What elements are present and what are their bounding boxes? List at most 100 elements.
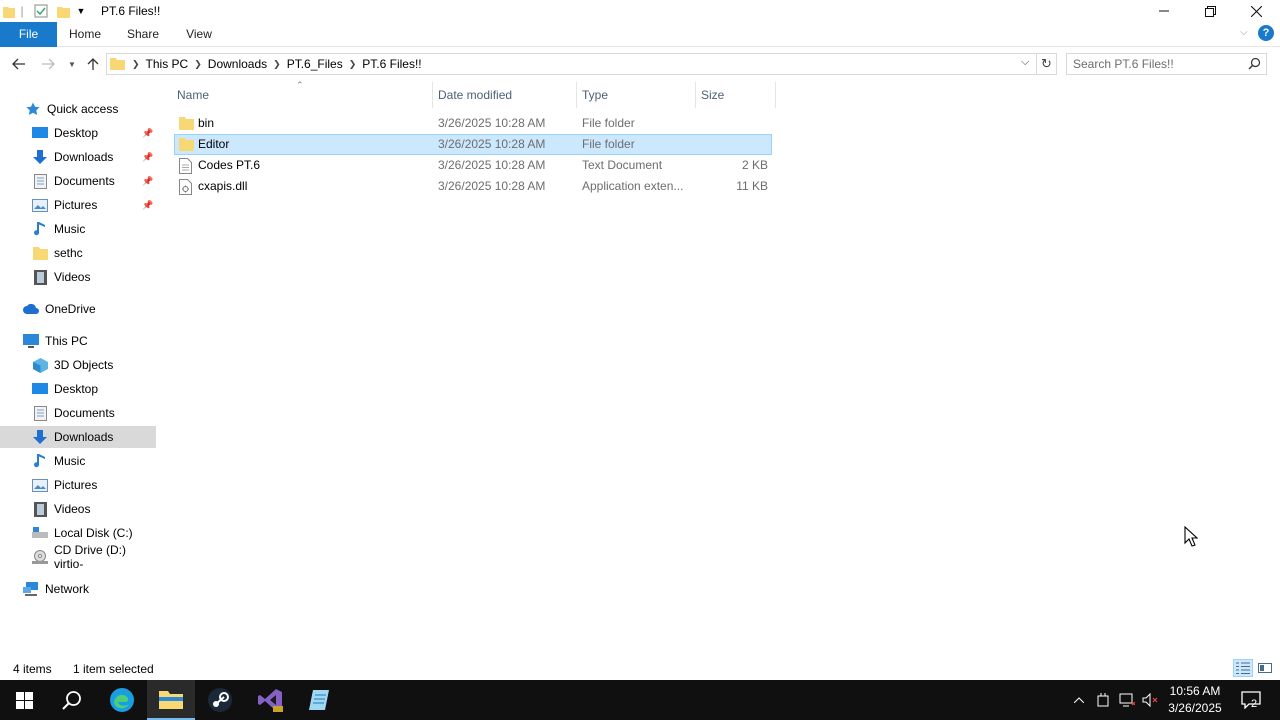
file-row[interactable]: bin 3/26/2025 10:28 AM File folder [174,113,772,134]
breadcrumb-chevron-icon[interactable]: ❯ [272,59,282,70]
nav-downloads[interactable]: Downloads [0,426,156,448]
breadcrumb-chevron-icon[interactable]: ❯ [131,59,141,70]
item-count: 4 items [13,662,52,676]
start-button[interactable] [0,680,48,720]
nav-cd-drive[interactable]: CD Drive (D:) virtio- [0,543,156,571]
download-arrow-icon [32,429,48,445]
up-button[interactable] [83,55,103,73]
forward-button[interactable] [38,55,58,73]
nav-videos-quick[interactable]: Videos [0,266,156,288]
breadcrumb-downloads[interactable]: Downloads [203,57,272,71]
nav-label: OneDrive [45,302,96,316]
nav-quick-access[interactable]: Quick access [0,98,156,120]
pin-icon[interactable]: 📌 [142,176,153,187]
minimize-button[interactable] [1141,0,1187,22]
nav-sethc[interactable]: sethc [0,242,156,264]
volume-muted-icon[interactable] [1140,680,1160,720]
device-icon[interactable] [1094,680,1112,720]
nav-label: 3D Objects [54,358,114,372]
nav-music[interactable]: Music [0,450,156,472]
file-size: 2 KB [741,158,768,172]
computer-icon [23,333,39,349]
search-icon[interactable] [1248,57,1261,73]
nav-documents-quick[interactable]: Documents 📌 [0,170,156,192]
breadcrumb-pt6-files[interactable]: PT.6_Files [282,57,348,71]
details-view-button[interactable] [1233,659,1253,677]
nav-desktop-quick[interactable]: Desktop 📌 [0,122,156,144]
search-input[interactable] [1073,56,1243,72]
address-bar[interactable]: ❯ This PC ❯ Downloads ❯ PT.6_Files ❯ PT.… [106,53,1037,75]
film-icon [32,501,48,517]
recent-locations-icon[interactable]: ▼ [62,55,82,73]
steam-icon[interactable] [196,680,244,720]
nav-desktop[interactable]: Desktop [0,378,156,400]
nav-onedrive[interactable]: OneDrive [0,298,156,320]
file-row[interactable]: Codes PT.6 3/26/2025 10:28 AM Text Docum… [174,155,772,176]
breadcrumb-chevron-icon[interactable]: ❯ [193,59,203,70]
folder-icon [110,56,125,74]
nav-documents[interactable]: Documents [0,402,156,424]
separator: | [20,4,24,18]
column-header-name[interactable]: Name [172,82,433,108]
new-folder-icon[interactable] [55,3,71,19]
edge-icon[interactable] [98,680,146,720]
text-file-icon [179,158,195,174]
customize-quick-access-icon[interactable]: ▼ [75,3,87,19]
selection-count: 1 item selected [73,662,154,676]
nav-pictures[interactable]: Pictures [0,474,156,496]
restore-button[interactable] [1187,0,1233,22]
tab-share[interactable]: Share [122,22,164,47]
file-name: Codes PT.6 [198,158,261,172]
notepad-icon[interactable] [295,680,343,720]
file-name: bin [198,116,215,130]
help-icon[interactable]: ? [1258,25,1274,41]
file-explorer-icon[interactable] [147,680,195,720]
title-bar: | ▼ PT.6 Files!! [0,0,1280,22]
nav-music-quick[interactable]: Music [0,218,156,240]
search-box[interactable] [1066,53,1267,75]
file-row[interactable]: cxapis.dll 3/26/2025 10:28 AM Applicatio… [174,176,772,197]
back-button[interactable] [9,55,29,73]
file-date: 3/26/2025 10:28 AM [438,137,546,151]
visual-studio-icon[interactable] [246,680,294,720]
nav-pictures-quick[interactable]: Pictures 📌 [0,194,156,216]
nav-label: Network [45,582,90,596]
breadcrumb-current-folder[interactable]: PT.6 Files!! [357,57,426,71]
refresh-button[interactable]: ↻ [1037,53,1057,75]
network-status-icon[interactable] [1117,680,1137,720]
expand-ribbon-icon[interactable]: ⌵ [1240,27,1248,38]
clock-time: 10:56 AM [1169,684,1221,698]
taskbar-search-button[interactable] [48,680,96,720]
tab-file[interactable]: File [0,22,57,47]
close-button[interactable] [1233,0,1279,22]
properties-icon[interactable] [32,3,50,19]
nav-this-pc[interactable]: This PC [0,330,156,352]
action-center-button[interactable]: 2 [1234,680,1268,720]
nav-3d-objects[interactable]: 3D Objects [0,354,156,376]
pin-icon[interactable]: 📌 [142,200,153,211]
system-clock[interactable]: 10:56 AM 3/26/2025 [1160,683,1230,717]
column-header-date-modified[interactable]: Date modified [433,82,577,108]
file-row-selected[interactable]: Editor 3/26/2025 10:28 AM File folder [174,134,772,155]
show-hidden-icons-icon[interactable] [1070,680,1088,720]
tab-home[interactable]: Home [63,22,107,47]
tab-view[interactable]: View [180,22,218,47]
nav-label: Desktop [54,126,99,140]
cube-icon [32,357,48,373]
column-header-type[interactable]: Type [577,82,696,108]
breadcrumb-this-pc[interactable]: This PC [141,57,194,71]
pin-icon[interactable]: 📌 [142,128,153,139]
nav-downloads-quick[interactable]: Downloads 📌 [0,146,156,168]
nav-videos[interactable]: Videos [0,498,156,520]
ribbon: File Home Share View ⌵ ? [0,22,1280,47]
pin-icon[interactable]: 📌 [142,152,153,163]
address-dropdown-icon[interactable]: ⌵ [1021,56,1029,69]
nav-local-disk[interactable]: Local Disk (C:) [0,522,156,544]
breadcrumb-chevron-icon[interactable]: ❯ [348,59,358,70]
column-header-size[interactable]: Size [696,82,776,108]
large-icons-view-button[interactable] [1255,659,1275,677]
nav-label: Local Disk (C:) [54,526,133,540]
nav-network[interactable]: Network [0,578,156,600]
file-name: Editor [198,137,230,151]
nav-label: Pictures [54,478,98,492]
